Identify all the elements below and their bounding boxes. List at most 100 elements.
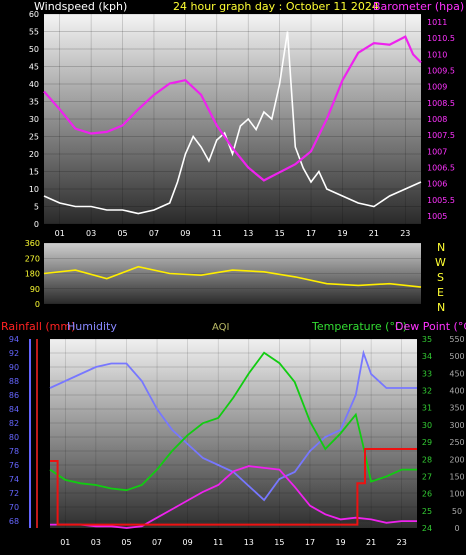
- humidity-y-tick: 84: [9, 405, 19, 414]
- wind-x-tick: 23: [400, 229, 410, 238]
- humidity-y-tick: 86: [9, 391, 19, 400]
- wind-x-tick: 17: [306, 229, 316, 238]
- rainfall-label: Rainfall (mm): [1, 320, 75, 333]
- compass-label-n-top: N: [437, 241, 445, 254]
- wind-y-tick: 15: [29, 168, 39, 177]
- temperature-y-tick: 26: [422, 490, 432, 499]
- aqi-y-tick: 450: [449, 369, 464, 378]
- climate-x-tick: 11: [213, 538, 223, 547]
- humidity-y-tick: 88: [9, 377, 19, 386]
- wind-x-tick: 15: [275, 229, 285, 238]
- aqi-y-tick: 50: [452, 507, 462, 516]
- humidity-y-tick: 74: [9, 475, 19, 484]
- aqi-y-tick: 350: [449, 404, 464, 413]
- climate-x-tick: 09: [183, 538, 193, 547]
- temperature-y-tick: 25: [422, 507, 432, 516]
- wind-x-tick: 21: [369, 229, 379, 238]
- wind-y-tick: 20: [29, 150, 39, 159]
- weather-graph: Windspeed (kph) 24 hour graph day : Octo…: [1, 0, 466, 547]
- climate-x-tick: 07: [152, 538, 162, 547]
- temperature-y-tick: 24: [422, 524, 432, 533]
- wind-y-tick: 30: [29, 115, 39, 124]
- aqi-y-tick: 300: [449, 421, 464, 430]
- climate-x-tick: 19: [335, 538, 345, 547]
- temperature-y-tick: 27: [422, 472, 432, 481]
- aqi-label: AQI: [212, 322, 230, 333]
- barometer-y-tick: 1009.5: [427, 67, 455, 76]
- aqi-y-tick: 100: [449, 490, 464, 499]
- wind-y-tick: 50: [29, 45, 39, 54]
- compass-label-s: S: [437, 271, 444, 284]
- aqi-y-tick: 500: [449, 352, 464, 361]
- direction-y-tick: 360: [25, 239, 40, 248]
- barometer-y-tick: 1008.5: [427, 99, 455, 108]
- compass-label-w: W: [435, 256, 446, 269]
- humidity-y-tick: 92: [9, 349, 19, 358]
- climate-x-tick: 05: [121, 538, 131, 547]
- humidity-y-tick: 80: [9, 433, 19, 442]
- compass-label-e: E: [437, 286, 444, 299]
- wind-x-tick: 03: [86, 229, 96, 238]
- climate-x-tick: 17: [305, 538, 315, 547]
- climate-x-tick: 15: [274, 538, 284, 547]
- humidity-y-tick: 68: [9, 517, 19, 526]
- climate-plot-area: [50, 339, 417, 528]
- temperature-label: Temperature (°C): [311, 320, 407, 333]
- wind-x-tick: 07: [149, 229, 159, 238]
- barometer-y-tick: 1007.5: [427, 131, 455, 140]
- climate-x-tick: 21: [366, 538, 376, 547]
- wind-x-tick: 13: [243, 229, 253, 238]
- wind-y-tick: 0: [34, 220, 39, 229]
- barometer-y-tick: 1010: [427, 50, 447, 59]
- wind-y-tick: 5: [34, 203, 39, 212]
- wind-x-tick: 09: [180, 229, 190, 238]
- aqi-y-tick: 250: [449, 438, 464, 447]
- barometer-y-tick: 1005.5: [427, 196, 455, 205]
- wind-y-tick: 45: [29, 63, 39, 72]
- climate-x-tick: 13: [244, 538, 254, 547]
- humidity-y-tick: 90: [9, 363, 19, 372]
- climate-x-tick: 23: [397, 538, 407, 547]
- wind-y-tick: 60: [29, 10, 39, 19]
- barometer-y-tick: 1009: [427, 83, 447, 92]
- climate-x-tick: 01: [60, 538, 70, 547]
- aqi-y-tick: 550: [449, 335, 464, 344]
- chart-title: 24 hour graph day : October 11 2024: [173, 0, 379, 13]
- barometer-y-tick: 1010.5: [427, 34, 455, 43]
- wind-x-tick: 01: [55, 229, 65, 238]
- temperature-y-tick: 34: [422, 352, 432, 361]
- humidity-y-tick: 94: [9, 335, 19, 344]
- temperature-y-tick: 32: [422, 387, 432, 396]
- dewpoint-label: Dew Point (°C): [395, 320, 466, 333]
- direction-y-tick: 90: [30, 285, 40, 294]
- wind-x-tick: 19: [337, 229, 347, 238]
- barometer-y-tick: 1005: [427, 212, 447, 221]
- barometer-y-tick: 1011: [427, 18, 447, 27]
- wind-x-tick: 11: [212, 229, 222, 238]
- wind-y-tick: 25: [29, 133, 39, 142]
- wind-y-tick: 35: [29, 98, 39, 107]
- humidity-y-tick: 78: [9, 447, 19, 456]
- temperature-y-tick: 28: [422, 455, 432, 464]
- temperature-y-tick: 30: [422, 421, 432, 430]
- humidity-label: Humidity: [67, 320, 117, 333]
- aqi-y-tick: 400: [449, 387, 464, 396]
- temperature-y-tick: 31: [422, 404, 432, 413]
- humidity-y-tick: 72: [9, 489, 19, 498]
- aqi-y-tick: 200: [449, 455, 464, 464]
- humidity-y-tick: 76: [9, 461, 19, 470]
- aqi-y-tick: 150: [449, 472, 464, 481]
- wind-y-tick: 40: [29, 80, 39, 89]
- barometer-y-tick: 1008: [427, 115, 447, 124]
- compass-label-n-bottom: N: [437, 301, 445, 314]
- barometer-label: Barometer (hpa): [373, 0, 464, 13]
- windspeed-label: Windspeed (kph): [34, 0, 127, 13]
- humidity-y-tick: 70: [9, 503, 19, 512]
- climate-x-tick: 03: [91, 538, 101, 547]
- direction-y-tick: 270: [25, 254, 40, 263]
- direction-y-tick: 0: [35, 300, 40, 309]
- barometer-y-tick: 1006: [427, 180, 447, 189]
- humidity-y-tick: 82: [9, 419, 19, 428]
- temperature-y-tick: 33: [422, 369, 432, 378]
- wind-y-tick: 10: [29, 185, 39, 194]
